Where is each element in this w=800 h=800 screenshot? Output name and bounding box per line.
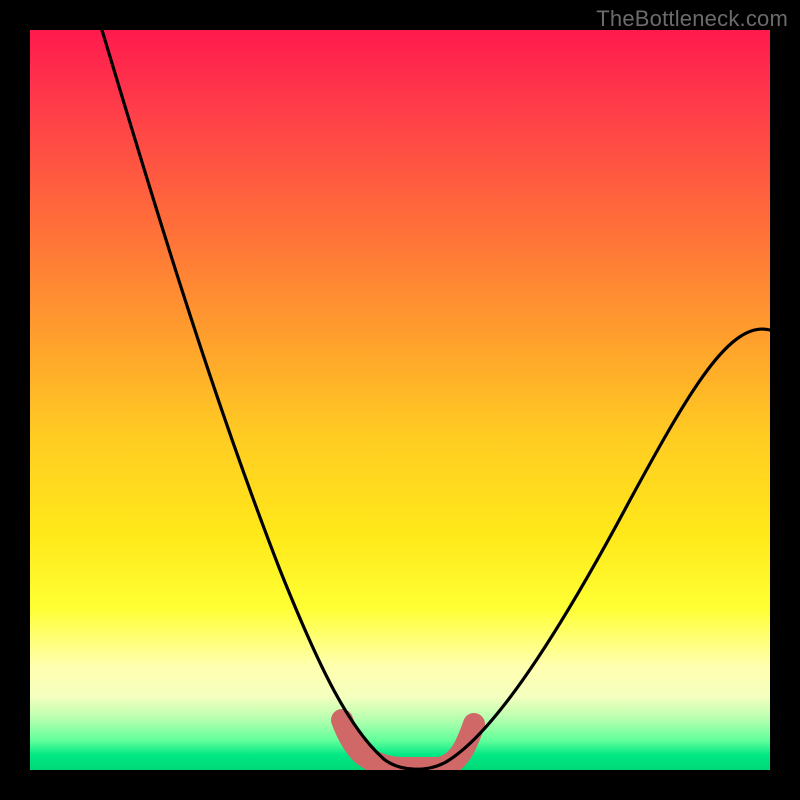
watermark-text: TheBottleneck.com: [596, 6, 788, 32]
highlight-band: [342, 720, 474, 768]
plot-area: [30, 30, 770, 770]
bottleneck-curve: [102, 30, 770, 769]
curve-layer: [30, 30, 770, 770]
chart-frame: TheBottleneck.com: [0, 0, 800, 800]
